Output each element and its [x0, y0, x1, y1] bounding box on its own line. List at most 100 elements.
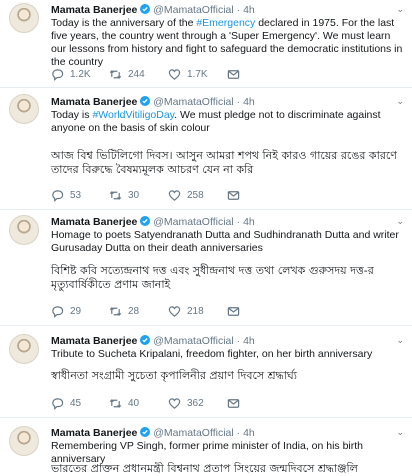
- tweet[interactable]: Mamata Banerjee @MamataOfficial · 4h ⌄ H…: [0, 210, 412, 326]
- avatar[interactable]: [9, 3, 39, 33]
- tweet-text: Tribute to Sucheta Kripalani, freedom fi…: [51, 348, 373, 360]
- tweet-text-bengali: আজ বিশ্ব ভিটিলিগো দিবস। আসুন আমরা শপথ নি…: [51, 149, 397, 176]
- retweet-button[interactable]: 30: [109, 189, 139, 202]
- tweet-header: Mamata Banerjee @MamataOfficial · 4h: [51, 96, 255, 108]
- avatar[interactable]: [9, 94, 39, 124]
- reply-icon: [52, 398, 64, 410]
- retweet-button[interactable]: 40: [109, 397, 139, 410]
- hashtag-link[interactable]: #Emergency: [196, 17, 255, 29]
- envelope-icon: [227, 191, 240, 200]
- tweet-text-bengali: স্বাধীনতা সংগ্রামী সুচেতা কৃপালিনীর প্রয…: [51, 369, 297, 382]
- envelope-icon: [227, 399, 240, 408]
- like-button[interactable]: 362: [168, 397, 204, 410]
- retweet-count: 244: [128, 69, 145, 80]
- verified-badge-icon: [140, 216, 151, 228]
- envelope-icon: [227, 307, 240, 316]
- author-name[interactable]: Mamata Banerjee: [51, 335, 137, 347]
- message-button[interactable]: [227, 189, 240, 202]
- reply-button[interactable]: 45: [51, 397, 81, 410]
- separator: ·: [236, 216, 241, 228]
- author-handle[interactable]: @MamataOfficial: [153, 427, 234, 439]
- tweet[interactable]: Mamata Banerjee @MamataOfficial · 4h ⌄ R…: [0, 418, 412, 475]
- text-part: Today is the anniversary of the: [51, 17, 197, 29]
- verified-badge-icon: [140, 4, 151, 16]
- reply-count: 53: [70, 190, 82, 201]
- tweet-text-bengali: বিশিষ্ট কবি সত্যেন্দ্রনাথ দত্ত এবং সুধীন…: [51, 264, 374, 291]
- verified-badge-icon: [140, 96, 151, 108]
- retweet-icon: [109, 70, 122, 79]
- tweet-text: Homage to poets Satyendranath Dutta and …: [51, 229, 399, 254]
- heart-icon: [168, 190, 181, 201]
- like-button[interactable]: 258: [168, 189, 204, 202]
- separator: ·: [236, 4, 241, 16]
- tweet-time[interactable]: 4h: [243, 216, 255, 228]
- text-part: Today is: [51, 109, 93, 121]
- retweet-count: 30: [128, 190, 140, 201]
- message-button[interactable]: [227, 397, 240, 410]
- reply-button[interactable]: 1.2K: [51, 68, 91, 81]
- retweet-count: 40: [128, 398, 140, 409]
- tweet-header: Mamata Banerjee @MamataOfficial · 4h: [51, 4, 255, 16]
- envelope-icon: [227, 70, 240, 79]
- author-handle[interactable]: @MamataOfficial: [153, 216, 234, 228]
- chevron-down-icon[interactable]: ⌄: [396, 427, 404, 438]
- author-name[interactable]: Mamata Banerjee: [51, 96, 137, 108]
- chevron-down-icon[interactable]: ⌄: [396, 216, 404, 227]
- tweet-time[interactable]: 4h: [243, 427, 255, 439]
- reply-icon: [52, 190, 64, 202]
- reply-icon: [52, 306, 64, 318]
- tweet-actions: 53 30 258: [51, 189, 251, 203]
- avatar[interactable]: [9, 426, 39, 456]
- verified-badge-icon: [140, 335, 151, 347]
- author-name[interactable]: Mamata Banerjee: [51, 4, 137, 16]
- retweet-icon: [109, 399, 122, 408]
- chevron-down-icon[interactable]: ⌄: [396, 335, 404, 346]
- tweet-text: Today is #WorldVitiligoDay. We must pled…: [51, 109, 403, 135]
- tweet-actions: 45 40 362: [51, 397, 251, 411]
- tweet-header: Mamata Banerjee @MamataOfficial · 4h: [51, 335, 255, 347]
- chevron-down-icon[interactable]: ⌄: [396, 4, 404, 15]
- like-count: 258: [187, 190, 204, 201]
- like-button[interactable]: 218: [168, 305, 204, 318]
- reply-count: 1.2K: [70, 69, 91, 80]
- hashtag-link[interactable]: #WorldVitiligoDay: [92, 109, 174, 121]
- avatar[interactable]: [9, 334, 39, 364]
- tweet[interactable]: Mamata Banerjee @MamataOfficial · 4h ⌄ T…: [0, 88, 412, 210]
- heart-icon: [168, 398, 181, 409]
- author-handle[interactable]: @MamataOfficial: [153, 335, 234, 347]
- retweet-icon: [109, 307, 122, 316]
- message-button[interactable]: [227, 68, 240, 81]
- verified-badge-icon: [140, 427, 151, 439]
- tweet-actions: 29 28 218: [51, 305, 251, 319]
- separator: ·: [236, 96, 241, 108]
- like-count: 1.7K: [187, 69, 208, 80]
- like-button[interactable]: 1.7K: [168, 68, 208, 81]
- tweet[interactable]: Mamata Banerjee @MamataOfficial · 4h ⌄ T…: [0, 0, 412, 88]
- retweet-button[interactable]: 244: [109, 68, 145, 81]
- author-handle[interactable]: @MamataOfficial: [153, 4, 234, 16]
- author-name[interactable]: Mamata Banerjee: [51, 216, 137, 228]
- chevron-down-icon[interactable]: ⌄: [396, 96, 404, 107]
- reply-button[interactable]: 29: [51, 305, 81, 318]
- reply-button[interactable]: 53: [51, 189, 81, 202]
- tweet-header: Mamata Banerjee @MamataOfficial · 4h: [51, 427, 255, 439]
- retweet-button[interactable]: 28: [109, 305, 139, 318]
- tweet-time[interactable]: 4h: [243, 96, 255, 108]
- reply-count: 45: [70, 398, 82, 409]
- heart-icon: [168, 306, 181, 317]
- message-button[interactable]: [227, 305, 240, 318]
- heart-icon: [168, 69, 181, 80]
- author-handle[interactable]: @MamataOfficial: [153, 96, 234, 108]
- tweet-actions: 1.2K 244 1.7K: [51, 68, 251, 82]
- tweet-time[interactable]: 4h: [243, 335, 255, 347]
- author-name[interactable]: Mamata Banerjee: [51, 427, 137, 439]
- tweet[interactable]: Mamata Banerjee @MamataOfficial · 4h ⌄ T…: [0, 326, 412, 418]
- retweet-count: 28: [128, 306, 140, 317]
- avatar[interactable]: [9, 215, 39, 245]
- separator: ·: [236, 335, 241, 347]
- tweet-time[interactable]: 4h: [243, 4, 255, 16]
- tweet-header: Mamata Banerjee @MamataOfficial · 4h: [51, 216, 255, 228]
- separator: ·: [236, 427, 241, 439]
- retweet-icon: [109, 191, 122, 200]
- reply-icon: [52, 69, 64, 81]
